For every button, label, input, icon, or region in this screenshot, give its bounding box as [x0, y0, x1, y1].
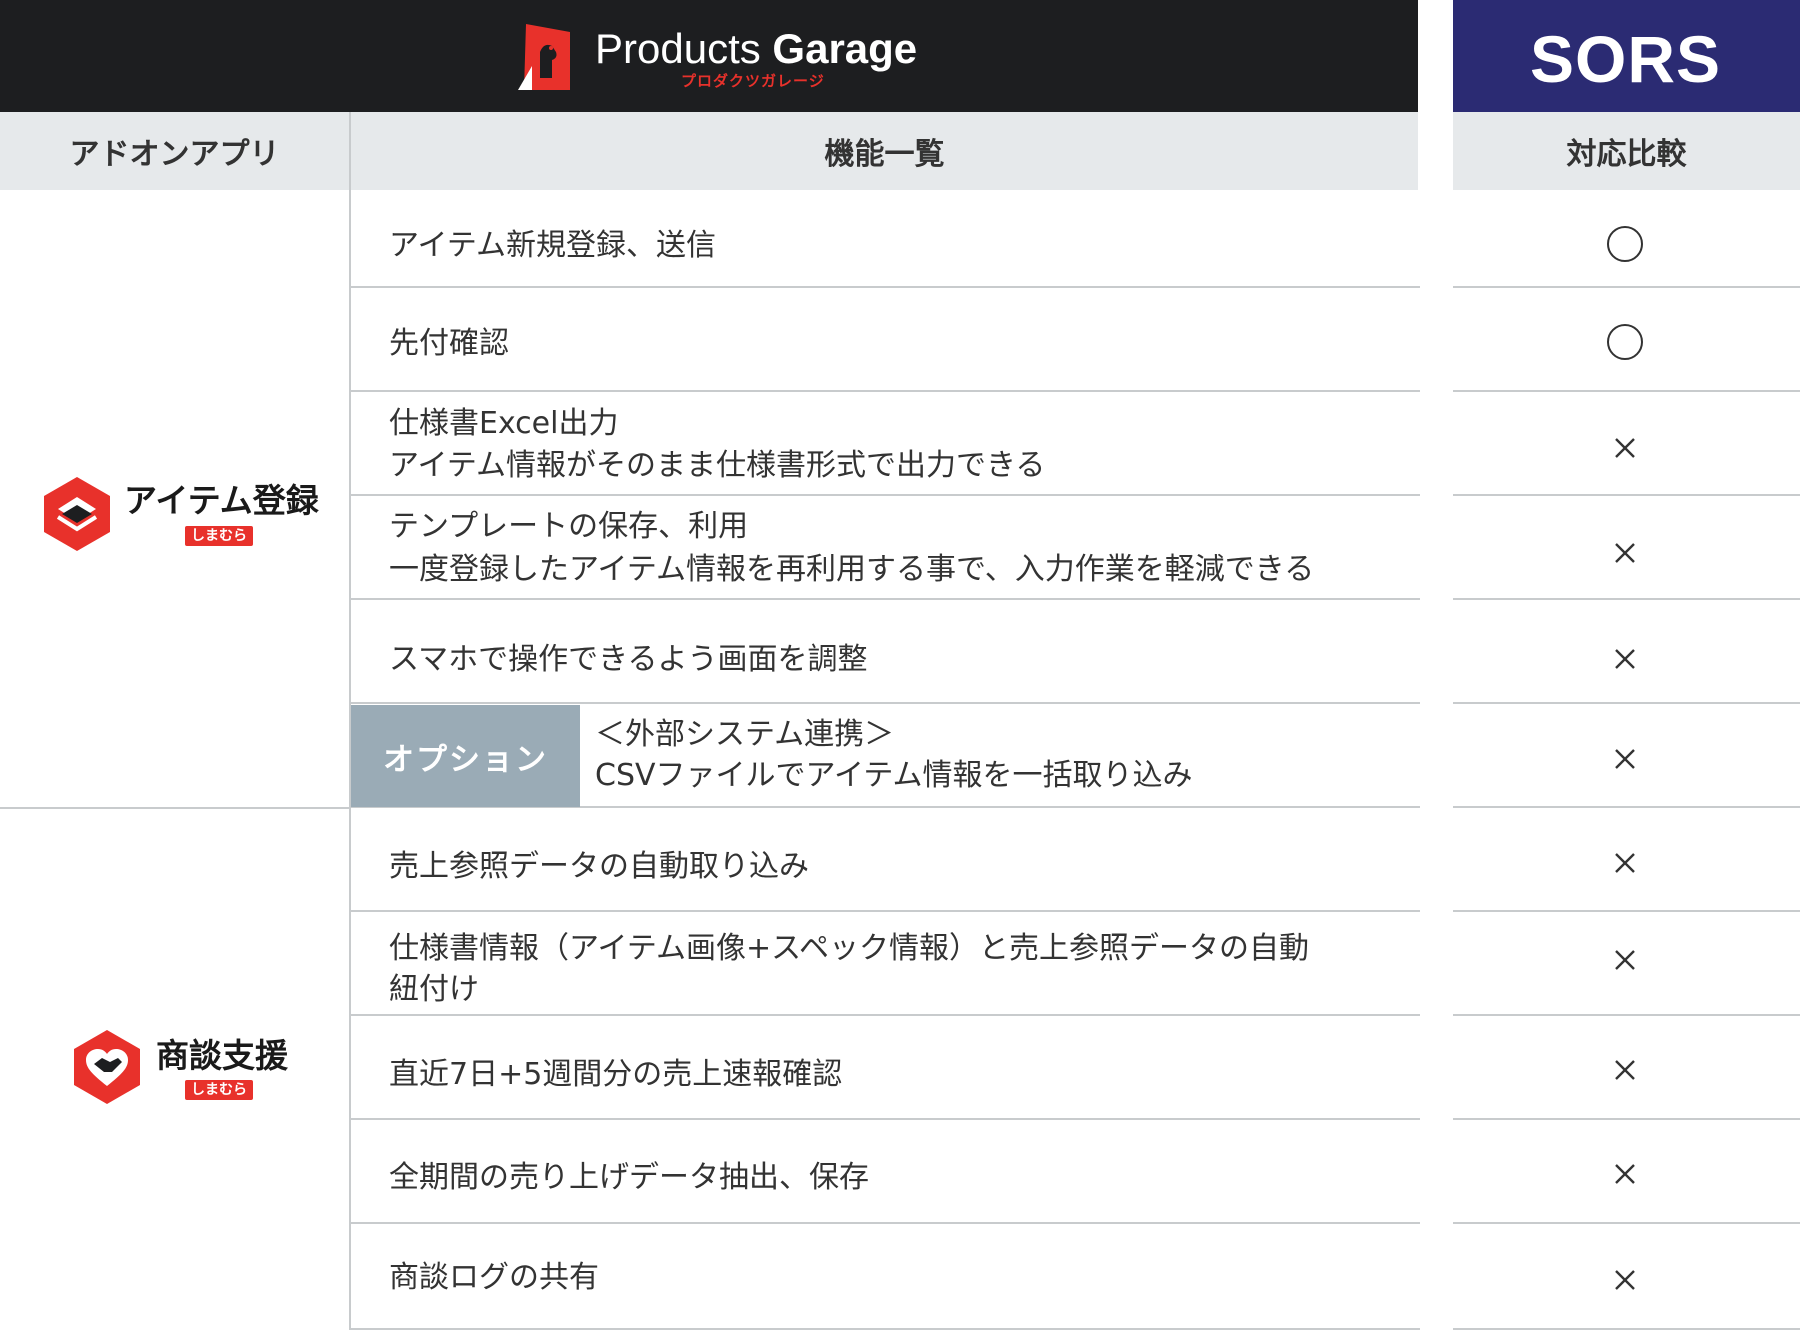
stack-icon	[42, 475, 112, 553]
row-divider	[1453, 806, 1800, 808]
row-divider	[1453, 286, 1800, 288]
row-divider	[351, 910, 1420, 912]
row-divider	[351, 494, 1420, 496]
supported-circle-icon	[1600, 317, 1650, 367]
feature-description: 一度登録したアイテム情報を再利用する事で、入力作業を軽減できる	[389, 552, 1315, 587]
unsupported-cross-icon	[1600, 634, 1650, 684]
row-divider	[1453, 598, 1800, 600]
addon-name-negotiation-support: 商談支援	[156, 1036, 288, 1075]
unsupported-cross-icon	[1600, 1255, 1650, 1305]
unsupported-cross-icon	[1600, 838, 1650, 888]
feature-label: ＜外部システム連携＞	[595, 717, 895, 752]
unsupported-cross-icon	[1600, 528, 1650, 578]
row-divider	[1453, 910, 1800, 912]
addon-name-item-registration: アイテム登録	[124, 481, 319, 520]
feature-label: スマホで操作できるよう画面を調整	[389, 642, 868, 677]
feature-label: 仕様書Excel出力	[389, 406, 619, 441]
feature-label: 直近7日+5週間分の売上速報確認	[389, 1057, 843, 1092]
unsupported-cross-icon	[1600, 734, 1650, 784]
column-header-addon: アドオンアプリ	[0, 112, 349, 190]
row-divider	[351, 286, 1420, 288]
unsupported-cross-icon	[1600, 1149, 1650, 1199]
feature-description: アイテム情報がそのまま仕様書形式で出力できる	[389, 448, 1046, 483]
option-badge: オプション	[351, 705, 580, 807]
feature-label: 全期間の売り上げデータ抽出、保存	[389, 1160, 869, 1195]
feature-label: 先付確認	[389, 326, 509, 361]
row-divider	[1453, 494, 1800, 496]
products-garage-subtitle: プロダクツガレージ	[681, 72, 825, 90]
row-divider	[351, 390, 1420, 392]
row-divider	[1453, 1222, 1800, 1224]
products-garage-logo-icon	[518, 18, 570, 90]
supported-circle-icon	[1600, 219, 1650, 269]
handshake-icon	[72, 1028, 142, 1106]
row-divider	[1453, 390, 1800, 392]
addon-tag-shimamura: しまむら	[185, 526, 253, 546]
unsupported-cross-icon	[1600, 935, 1650, 985]
unsupported-cross-icon	[1600, 1045, 1650, 1095]
feature-label: 商談ログの共有	[389, 1260, 599, 1295]
row-divider	[351, 1014, 1420, 1016]
row-divider	[351, 1222, 1420, 1224]
divider-addon-group	[0, 807, 351, 809]
row-divider	[351, 598, 1420, 600]
column-header-comparison: 対応比較	[1453, 112, 1800, 190]
column-header-features: 機能一覧	[351, 112, 1418, 190]
feature-label: 仕様書情報（アイテム画像+スペック情報）と売上参照データの自動	[389, 931, 1310, 966]
row-divider	[1453, 1118, 1800, 1120]
feature-label: アイテム新規登録、送信	[389, 228, 716, 263]
row-divider	[1453, 1014, 1800, 1016]
feature-label: テンプレートの保存、利用	[389, 509, 749, 544]
feature-description: 紐付け	[389, 972, 479, 1007]
products-garage-title: Products Garage	[595, 25, 918, 72]
addon-tag-shimamura: しまむら	[185, 1080, 253, 1100]
row-divider	[1453, 702, 1800, 704]
row-divider	[351, 1118, 1420, 1120]
feature-description: CSVファイルでアイテム情報を一括取り込み	[595, 758, 1193, 793]
feature-label: 売上参照データの自動取り込み	[389, 849, 809, 884]
row-divider	[351, 702, 1420, 704]
unsupported-cross-icon	[1600, 423, 1650, 473]
sors-logo: SORS	[1530, 22, 1722, 96]
